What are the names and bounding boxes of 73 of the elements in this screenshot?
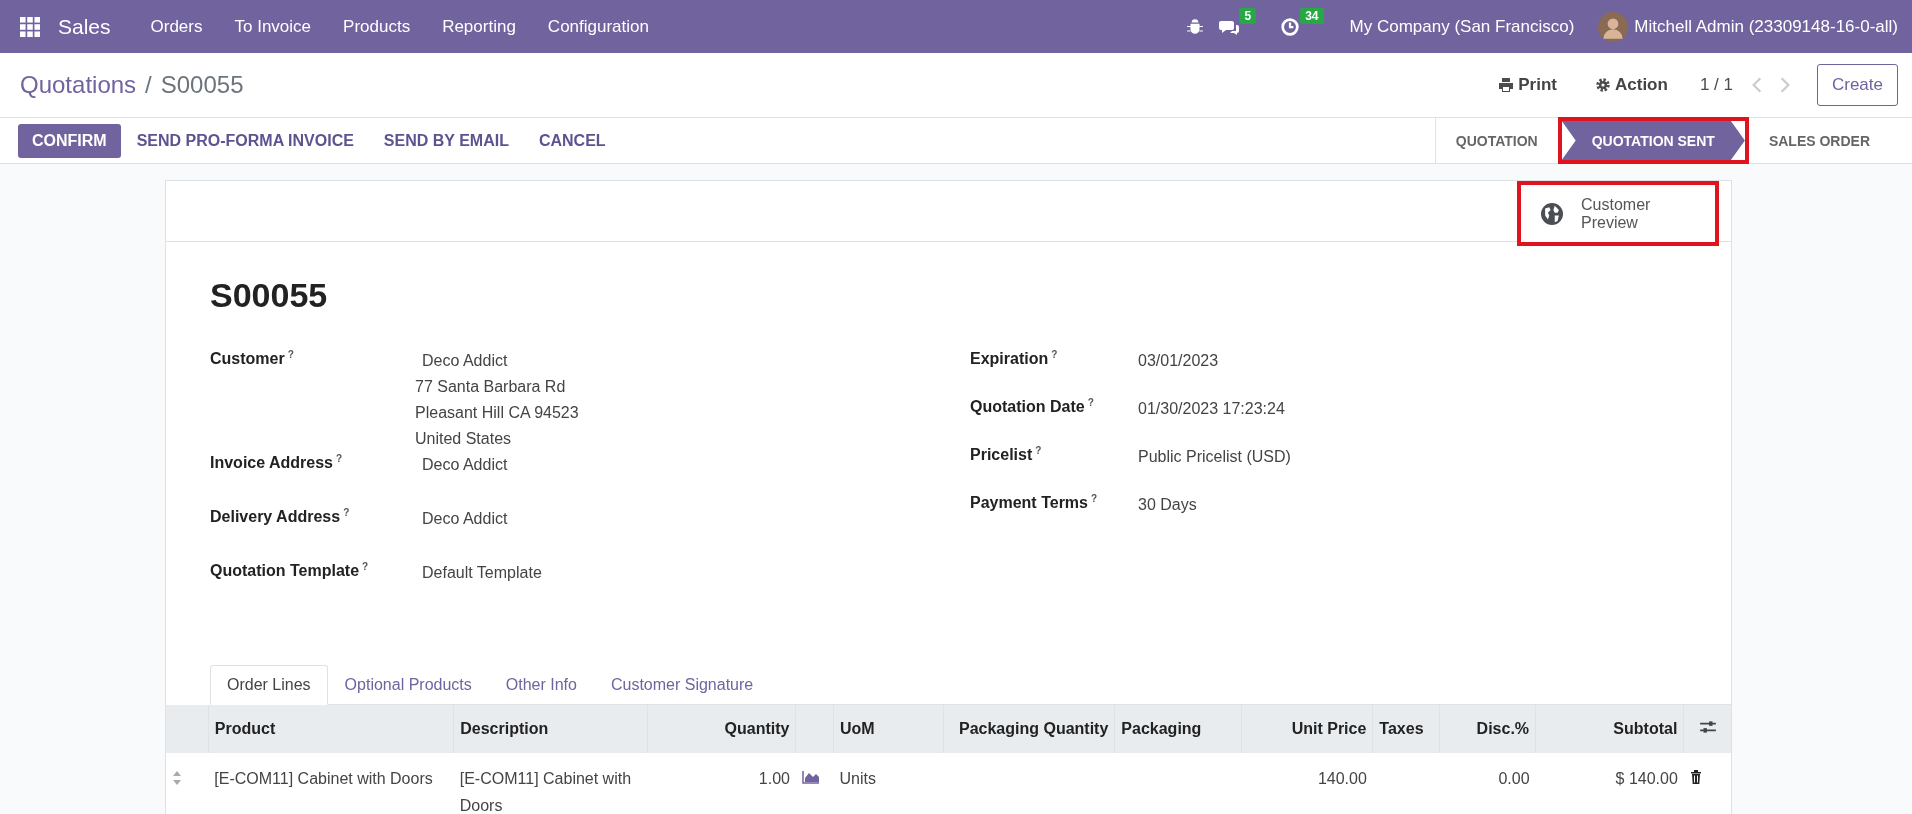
field-label: Quotation Template $^{?}$ <box>210 561 370 582</box>
action-button[interactable]: CANCEL <box>524 123 620 158</box>
globe-icon <box>1541 202 1563 225</box>
field-label: Payment Terms $^{?}$ <box>970 493 1099 514</box>
breadcrumb-separator: / <box>145 71 152 98</box>
create-button[interactable]: Create <box>1816 64 1898 106</box>
message-count: 5 <box>1239 7 1257 24</box>
table-cell: Units <box>839 770 876 787</box>
breadcrumb-link[interactable]: Quotations <box>20 71 137 98</box>
customer-preview-button[interactable]: Customer Preview <box>1517 181 1719 246</box>
field-value: 77 Santa Barbara Rd <box>415 377 567 397</box>
field-label: Customer $^{?}$ <box>210 349 295 370</box>
action-button[interactable]: SEND PRO-FORMA INVOICE <box>122 123 368 158</box>
field-value[interactable]: Public Pricelist (USD) <box>1138 442 1291 493</box>
field-value[interactable]: Deco Addict <box>415 450 508 479</box>
notebook-tab[interactable]: Optional Products <box>327 665 489 705</box>
drag-handle-icon[interactable] <box>172 770 182 786</box>
action-button[interactable]: Action <box>1589 74 1674 96</box>
notebook-tab[interactable]: Other Info <box>488 665 594 705</box>
table-cell: 1.00 <box>758 770 790 787</box>
area-chart-icon[interactable] <box>802 770 820 784</box>
record-title: S00055 <box>210 276 329 315</box>
menu-item[interactable]: Products <box>343 16 411 37</box>
field-value[interactable]: Deco Addict <box>415 346 579 375</box>
field-label: Delivery Address $^{?}$ <box>210 507 351 528</box>
status-stage[interactable]: QUOTATION SENT <box>1557 117 1749 164</box>
action-button[interactable]: SEND BY EMAIL <box>369 123 523 158</box>
column-header[interactable]: Description <box>460 720 549 737</box>
column-header[interactable]: Disc.% <box>1476 720 1530 737</box>
field-value[interactable]: 30 Days <box>1138 490 1197 541</box>
field-label: Invoice Address $^{?}$ <box>210 453 344 474</box>
status-stage[interactable]: QUOTATION <box>1435 118 1558 163</box>
menu-item[interactable]: Configuration <box>547 16 649 37</box>
field-label: Quotation Date $^{?}$ <box>970 397 1095 418</box>
table-cell: [E-COM11] Cabinet with Doors <box>214 770 433 787</box>
activity-count: 34 <box>1300 7 1324 24</box>
pager-value: 1 / 1 <box>1699 75 1733 95</box>
column-header[interactable]: Quantity <box>724 720 790 737</box>
field-value: United States <box>415 429 513 449</box>
field-value[interactable]: Default Template <box>415 558 542 587</box>
status-stage[interactable]: SALES ORDER <box>1748 118 1890 163</box>
notebook-tab[interactable]: Customer Signature <box>593 665 771 705</box>
bug-icon[interactable] <box>1185 17 1206 36</box>
table-cell: 0.00 <box>1498 770 1530 787</box>
field-value[interactable]: 01/30/2023 17:23:24 <box>1138 394 1285 445</box>
menu-item[interactable]: To Invoice <box>234 16 312 37</box>
column-header[interactable]: UoM <box>839 720 875 737</box>
field-label: Expiration $^{?}$ <box>970 349 1059 370</box>
column-header[interactable]: Subtotal <box>1613 720 1678 737</box>
clock-icon[interactable] <box>1280 17 1301 36</box>
column-header[interactable]: Product <box>214 720 276 737</box>
printer-icon <box>1498 77 1515 93</box>
field-value[interactable]: Deco Addict <box>415 504 508 533</box>
notebook-tab[interactable]: Order Lines <box>210 665 328 705</box>
gear-icon <box>1595 77 1611 93</box>
app-name[interactable]: Sales <box>58 14 111 39</box>
company-switcher[interactable]: My Company (San Francisco) <box>1349 16 1575 37</box>
column-options-icon[interactable] <box>1698 718 1717 736</box>
menu-item[interactable]: Reporting <box>442 16 516 37</box>
print-button[interactable]: Print <box>1492 74 1563 96</box>
user-menu[interactable]: Mitchell Admin (23309148-16-0-all) <box>1634 16 1898 37</box>
avatar-icon[interactable] <box>1598 11 1629 42</box>
table-cell: [E-COM11] Cabinet with Doors <box>459 770 632 814</box>
table-cell: $ 140.00 <box>1615 770 1678 787</box>
field-label: Pricelist $^{?}$ <box>970 445 1043 466</box>
menu-item[interactable]: Orders <box>150 16 203 37</box>
table-cell: 140.00 <box>1317 770 1367 787</box>
breadcrumb-current: S00055 <box>160 71 244 98</box>
field-value[interactable]: 03/01/2023 <box>1138 346 1219 397</box>
action-button[interactable]: CONFIRM <box>18 123 121 158</box>
apps-menu-icon[interactable] <box>20 16 40 37</box>
trash-icon[interactable] <box>1689 770 1702 784</box>
field-value: Pleasant Hill CA 94523 <box>415 403 579 423</box>
